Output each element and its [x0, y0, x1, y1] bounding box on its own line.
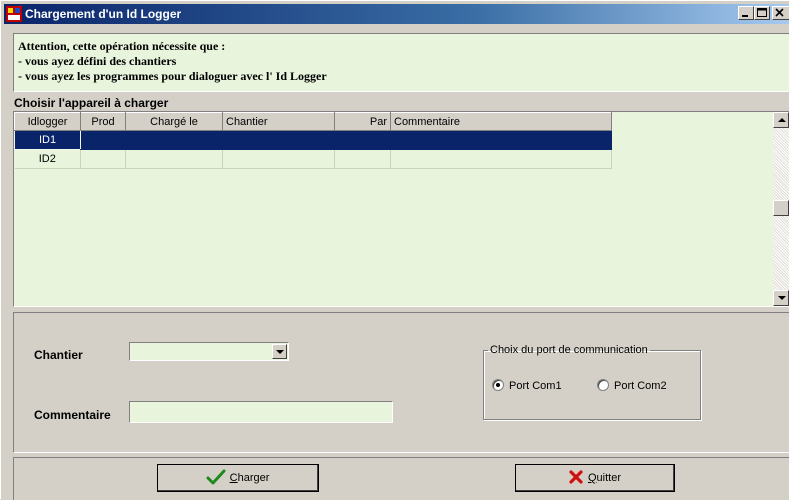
col-header-charge-le[interactable]: Chargé le — [125, 112, 223, 131]
app-icon — [6, 6, 22, 22]
charger-button[interactable]: Charger — [157, 464, 319, 492]
table-row[interactable]: ID2 — [14, 149, 612, 169]
radio-port-com1[interactable]: Port Com1 — [492, 379, 562, 392]
cell-par — [334, 130, 391, 150]
maximize-button[interactable] — [754, 6, 770, 20]
title-bar[interactable]: Chargement d'un Id Logger — [4, 4, 789, 24]
chantier-combobox[interactable] — [129, 342, 289, 361]
scroll-thumb[interactable] — [773, 200, 789, 216]
scroll-up-button[interactable] — [773, 112, 789, 128]
table-header-row: Idlogger Prod Chargé le Chantier Par Com… — [14, 112, 612, 131]
warning-line-3: - vous ayez les programmes pour dialogue… — [18, 69, 327, 83]
col-header-chantier[interactable]: Chantier — [222, 112, 335, 131]
col-header-idlogger[interactable]: Idlogger — [14, 112, 81, 131]
cell-chantier — [222, 149, 335, 169]
warning-line-2: - vous ayez défini des chantiers — [18, 54, 177, 68]
cell-idlogger: ID2 — [14, 149, 81, 169]
device-section-label: Choisir l'appareil à charger — [14, 96, 169, 110]
minimize-button[interactable] — [738, 6, 754, 20]
table-row[interactable]: ID1 — [14, 130, 612, 150]
radio-checked-icon — [492, 379, 504, 391]
port-groupbox-legend: Choix du port de communication — [490, 344, 648, 356]
red-x-icon — [569, 470, 583, 484]
cell-idlogger: ID1 — [14, 130, 81, 150]
maximize-icon — [757, 8, 767, 17]
cell-charge-le — [125, 130, 223, 150]
commentaire-input[interactable] — [129, 401, 393, 423]
scroll-down-button[interactable] — [773, 290, 789, 306]
cell-commentaire — [390, 130, 612, 150]
checkmark-icon — [206, 469, 226, 485]
radio-port-com1-label: Port Com1 — [509, 380, 562, 392]
radio-port-com2[interactable]: Port Com2 — [597, 379, 667, 392]
dialog-window: Chargement d'un Id Logger Attention, cet… — [0, 0, 789, 500]
radio-port-com2-label: Port Com2 — [614, 380, 667, 392]
cell-chantier — [222, 130, 335, 150]
warning-line-1: Attention, cette opération nécessite que… — [18, 39, 226, 53]
quitter-label: uitter — [596, 472, 622, 484]
quitter-button[interactable]: Quitter — [515, 464, 675, 492]
arrow-up-icon — [778, 118, 786, 122]
charger-label: harger — [237, 472, 270, 484]
commentaire-label: Commentaire — [34, 408, 111, 422]
cell-commentaire — [390, 149, 612, 169]
cell-prod — [80, 130, 126, 150]
cell-charge-le — [125, 149, 223, 169]
logger-grid[interactable]: Idlogger Prod Chargé le Chantier Par Com… — [13, 111, 789, 307]
warning-panel: Attention, cette opération nécessite que… — [13, 33, 789, 92]
col-header-par[interactable]: Par — [334, 112, 391, 131]
cell-prod — [80, 149, 126, 169]
close-button[interactable] — [772, 6, 789, 20]
col-header-commentaire[interactable]: Commentaire — [390, 112, 612, 131]
grid-vertical-scrollbar[interactable] — [773, 112, 789, 306]
window-title: Chargement d'un Id Logger — [25, 7, 182, 21]
minimize-icon — [742, 15, 748, 17]
radio-unchecked-icon — [597, 379, 609, 391]
arrow-down-icon — [778, 296, 786, 300]
close-icon — [775, 8, 784, 17]
col-header-prod[interactable]: Prod — [80, 112, 126, 131]
cell-par — [334, 149, 391, 169]
chevron-down-icon — [276, 350, 284, 354]
logger-table: Idlogger Prod Chargé le Chantier Par Com… — [14, 112, 612, 169]
chantier-dropdown-button[interactable] — [272, 344, 287, 359]
charger-mnemonic: C — [229, 472, 238, 484]
chantier-label: Chantier — [34, 348, 83, 362]
quitter-mnemonic: Q — [587, 472, 597, 484]
